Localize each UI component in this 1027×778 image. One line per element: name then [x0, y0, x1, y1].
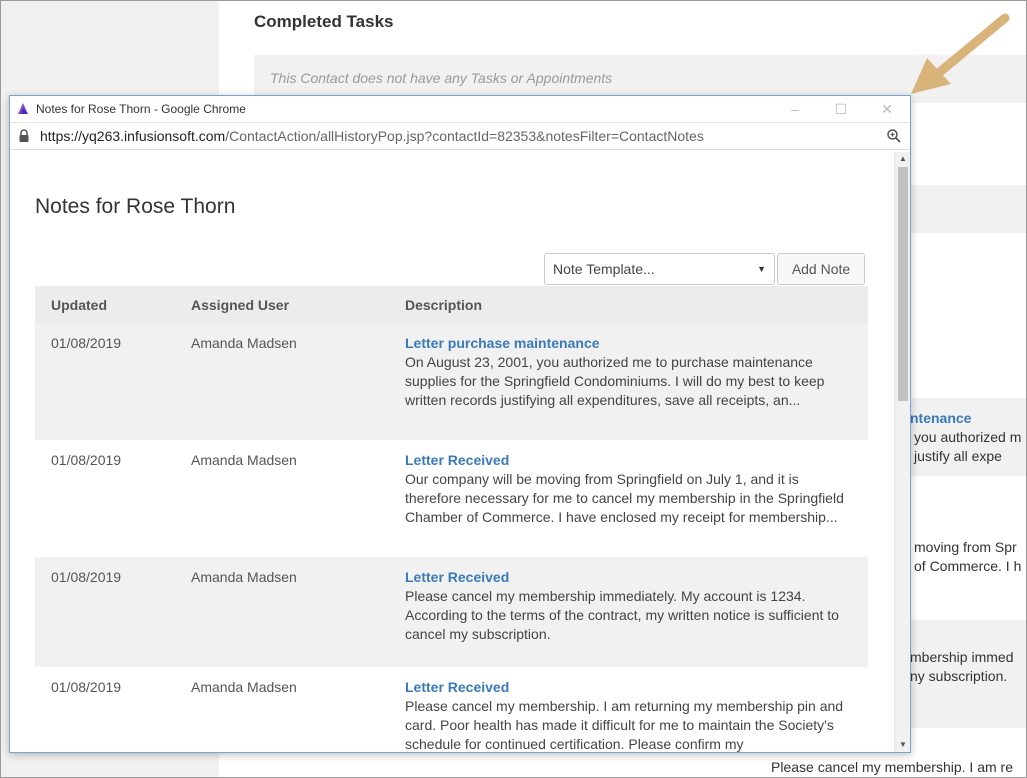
- row-description: Letter Received Please cancel my members…: [389, 557, 868, 667]
- row-description: Letter Received Please cancel my members…: [389, 667, 868, 752]
- header-description[interactable]: Description: [389, 297, 868, 313]
- background-section-bar: [910, 185, 1026, 233]
- note-text: On August 23, 2001, you authorized me to…: [405, 354, 825, 408]
- window-title: Notes for Rose Thorn - Google Chrome: [36, 102, 246, 116]
- row-description: Letter purchase maintenance On August 23…: [389, 323, 868, 440]
- table-row: 01/08/2019 Amanda Madsen Letter Received…: [35, 440, 868, 557]
- url-host: https://yq263.infusionsoft.com: [40, 128, 226, 144]
- url-path: /ContactAction/allHistoryPop.jsp?contact…: [225, 128, 704, 144]
- background-text-fragment: mbership immed: [910, 649, 1014, 665]
- note-text: Please cancel my membership immediately.…: [405, 588, 839, 642]
- table-header: Updated Assigned User Description: [35, 286, 868, 323]
- url-text[interactable]: https://yq263.infusionsoft.com/ContactAc…: [40, 128, 886, 144]
- zoom-icon[interactable]: [886, 128, 902, 144]
- row-user: Amanda Madsen: [191, 452, 297, 468]
- vertical-scrollbar[interactable]: ▲ ▼: [894, 152, 910, 752]
- row-user: Amanda Madsen: [191, 679, 297, 695]
- background-text-fragment: you authorized m: [914, 429, 1022, 445]
- popup-content: Notes for Rose Thorn Note Template... ▼ …: [10, 152, 894, 752]
- row-description: Letter Received Our company will be movi…: [389, 440, 868, 557]
- row-updated: 01/08/2019: [51, 452, 122, 468]
- note-text: Our company will be moving from Springfi…: [405, 471, 844, 525]
- background-text-fragment: justify all expe: [914, 448, 1002, 464]
- add-note-button[interactable]: Add Note: [777, 253, 865, 285]
- note-template-value: Note Template...: [553, 261, 655, 277]
- note-title-link[interactable]: Letter Received: [405, 568, 856, 587]
- row-user: Amanda Madsen: [191, 569, 297, 585]
- background-note-title[interactable]: ntenance: [910, 409, 971, 428]
- scroll-up-icon[interactable]: ▲: [895, 152, 910, 166]
- scroll-down-icon[interactable]: ▼: [895, 738, 910, 752]
- row-updated: 01/08/2019: [51, 679, 122, 695]
- chevron-down-icon: ▼: [757, 264, 766, 274]
- empty-tasks-message: This Contact does not have any Tasks or …: [270, 70, 613, 86]
- note-template-select[interactable]: Note Template... ▼: [544, 253, 775, 285]
- note-title-link[interactable]: Letter purchase maintenance: [405, 334, 856, 353]
- completed-tasks-heading: Completed Tasks: [254, 12, 394, 31]
- header-assigned-user[interactable]: Assigned User: [175, 297, 389, 313]
- scrollbar-thumb[interactable]: [898, 167, 908, 401]
- lock-icon: [19, 129, 29, 142]
- header-updated[interactable]: Updated: [35, 297, 175, 313]
- row-updated: 01/08/2019: [51, 569, 122, 585]
- row-user: Amanda Madsen: [191, 335, 297, 351]
- page-title: Notes for Rose Thorn: [35, 195, 236, 218]
- address-bar[interactable]: https://yq263.infusionsoft.com/ContactAc…: [10, 123, 910, 150]
- background-bottom-text: Please cancel my membership. I am re: [771, 759, 1013, 775]
- table-row: 01/08/2019 Amanda Madsen Letter Received…: [35, 667, 868, 752]
- close-button[interactable]: ✕: [864, 96, 910, 123]
- note-title-link[interactable]: Letter Received: [405, 451, 856, 470]
- app-icon: [18, 103, 28, 114]
- table-row: 01/08/2019 Amanda Madsen Letter purchase…: [35, 323, 868, 440]
- row-updated: 01/08/2019: [51, 335, 122, 351]
- notes-popup-window: Notes for Rose Thorn - Google Chrome – ☐…: [9, 95, 911, 753]
- note-text: Please cancel my membership. I am return…: [405, 698, 844, 752]
- window-titlebar[interactable]: Notes for Rose Thorn - Google Chrome – ☐…: [10, 96, 910, 123]
- annotation-arrow-icon: [911, 13, 1010, 94]
- note-title-link[interactable]: Letter Received: [405, 678, 856, 697]
- notes-table: Updated Assigned User Description 01/08/…: [35, 286, 868, 752]
- background-text-fragment: ny subscription.: [910, 668, 1008, 684]
- table-row: 01/08/2019 Amanda Madsen Letter Received…: [35, 557, 868, 667]
- background-text-fragment: moving from Spr: [914, 539, 1017, 555]
- background-text-fragment: of Commerce. I h: [914, 558, 1022, 574]
- maximize-button[interactable]: ☐: [818, 96, 864, 123]
- minimize-button[interactable]: –: [772, 96, 818, 123]
